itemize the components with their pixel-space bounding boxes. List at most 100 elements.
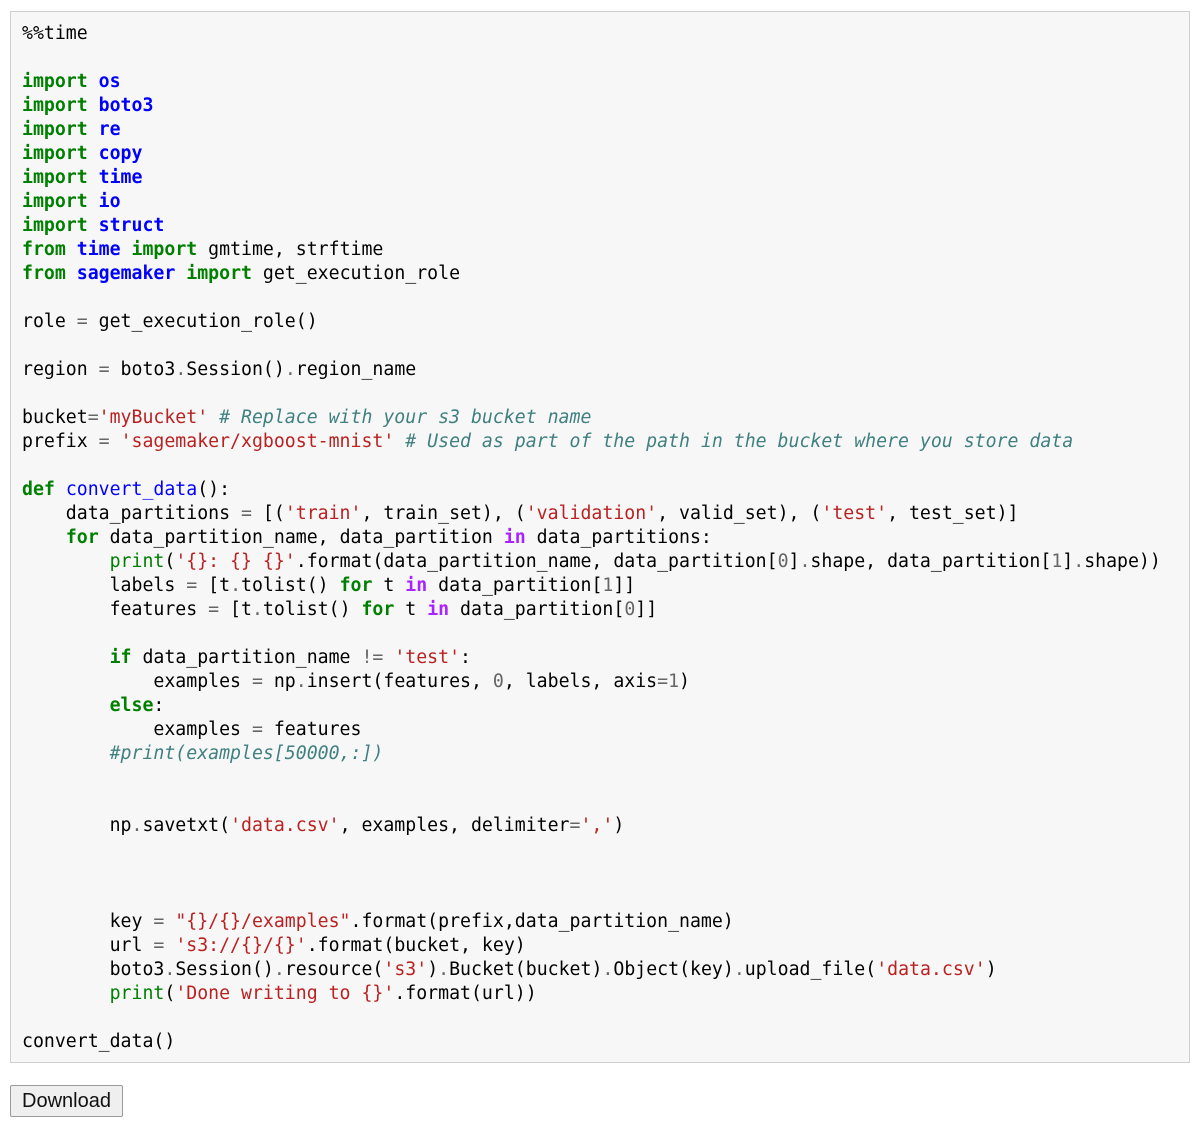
code-cell[interactable]: %%time​import osimport boto3import reimp…: [10, 11, 1190, 1063]
code-token: 'data.csv': [876, 959, 986, 980]
code-token: =: [241, 503, 252, 524]
code-token: boto3: [109, 359, 176, 380]
code-token: data_partition_name, data_partition: [98, 527, 504, 548]
code-line: import os: [22, 70, 1161, 94]
code-line: ​: [22, 46, 1161, 70]
code-token: resource(: [284, 959, 384, 980]
code-token: 'Done writing to {}': [175, 983, 395, 1004]
code-line: examples = features: [22, 718, 1161, 742]
code-token: 0: [777, 551, 789, 572]
code-token: examples: [22, 719, 252, 740]
code-token: Bucket(bucket): [449, 959, 603, 980]
code-line: examples = np.insert(features, 0, labels…: [22, 670, 1161, 694]
code-token: [t: [219, 599, 252, 620]
code-token: .: [1073, 551, 1085, 572]
code-line: import time: [22, 166, 1161, 190]
code-token: import: [22, 71, 88, 92]
code-token: ): [679, 671, 690, 692]
code-token: =: [98, 431, 110, 452]
code-token: 'test': [821, 503, 888, 524]
code-token: shape)): [1084, 551, 1161, 572]
code-token: in: [427, 599, 450, 620]
code-token: !=: [361, 647, 384, 668]
code-token: .: [799, 551, 811, 572]
code-token: url: [22, 935, 154, 956]
code-token: bucket: [22, 407, 88, 428]
code-token: data_partition_name: [131, 647, 362, 668]
code-block[interactable]: %%time​import osimport boto3import reimp…: [22, 22, 1161, 1054]
code-token: copy: [98, 143, 143, 164]
code-token: =: [208, 599, 220, 620]
code-token: .: [131, 815, 143, 836]
code-token: .: [438, 959, 450, 980]
code-token: =: [569, 815, 581, 836]
code-token: [(: [251, 503, 285, 524]
code-token: def: [22, 479, 55, 500]
code-token: from: [22, 263, 66, 284]
code-line: ​: [22, 622, 1161, 646]
code-token: Session(): [186, 359, 285, 380]
code-token: '{}: {} {}': [175, 551, 296, 572]
code-token: 's3': [383, 959, 428, 980]
code-line: key = "{}/{}/examples".format(prefix,dat…: [22, 910, 1161, 934]
code-token: .: [230, 575, 242, 596]
code-token: .: [164, 959, 176, 980]
code-token: sagemaker: [76, 263, 176, 284]
code-token: 0: [624, 599, 636, 620]
code-token: , train_set), (: [361, 503, 526, 524]
code-token: np: [22, 815, 132, 836]
code-token: , valid_set), (: [657, 503, 822, 524]
code-token: np: [262, 671, 296, 692]
code-token: else: [109, 695, 154, 716]
code-line: print('{}: {} {}'.format(data_partition_…: [22, 550, 1161, 574]
code-token: , test_set)]: [887, 503, 1019, 524]
code-token: =: [76, 311, 88, 332]
code-line: labels = [t.tolist() for t in data_parti…: [22, 574, 1161, 598]
code-token: ): [985, 959, 997, 980]
code-token: =: [98, 359, 110, 380]
code-token: savetxt(: [142, 815, 231, 836]
code-token: import: [22, 143, 88, 164]
code-token: for: [65, 527, 99, 548]
code-token: ]: [788, 551, 800, 572]
download-button[interactable]: Download: [10, 1085, 123, 1117]
code-token: from: [22, 239, 66, 260]
code-line: import re: [22, 118, 1161, 142]
code-token: prefix: [22, 431, 99, 452]
code-line: from time import gmtime, strftime: [22, 238, 1161, 262]
code-token: #print(examples[50000,:]): [109, 743, 384, 764]
code-token: upload_file(: [744, 959, 877, 980]
code-token: ]]: [613, 575, 636, 596]
code-token: format(bucket, key): [317, 935, 526, 956]
code-token: .: [175, 359, 187, 380]
code-token: print: [109, 551, 165, 572]
code-token: os: [98, 71, 121, 92]
code-token: (: [164, 983, 176, 1004]
code-token: .: [284, 359, 296, 380]
code-line: ​: [22, 862, 1161, 886]
code-token: tolist(): [262, 599, 362, 620]
code-token: =: [251, 671, 263, 692]
code-token: 1: [668, 671, 680, 692]
code-line: print('Done writing to {}'.format(url)): [22, 982, 1161, 1006]
code-token: ():: [197, 479, 231, 500]
code-token: role: [22, 311, 77, 332]
code-token: print: [109, 983, 165, 1004]
code-token: .: [295, 551, 307, 572]
code-token: Object(key): [613, 959, 734, 980]
code-token: import: [22, 167, 88, 188]
code-line: import boto3: [22, 94, 1161, 118]
